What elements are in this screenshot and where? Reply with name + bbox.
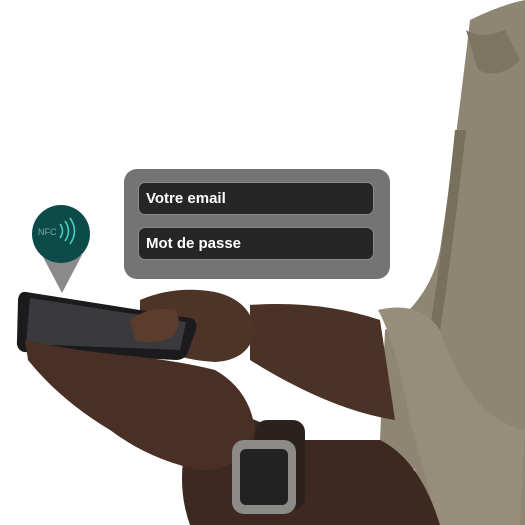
password-placeholder: Mot de passe	[146, 235, 242, 252]
email-field[interactable]: Votre email	[138, 182, 374, 215]
email-placeholder: Votre email	[146, 190, 226, 207]
watch-screen	[240, 449, 288, 505]
nfc-map-pin: NFC	[32, 205, 90, 293]
password-field[interactable]: Mot de passe	[138, 227, 374, 260]
back-arm	[250, 304, 395, 420]
nfc-label: NFC	[38, 227, 57, 237]
hero-scene: Votre email Mot de passe NFC	[0, 0, 525, 525]
login-panel: Votre email Mot de passe	[124, 169, 390, 279]
